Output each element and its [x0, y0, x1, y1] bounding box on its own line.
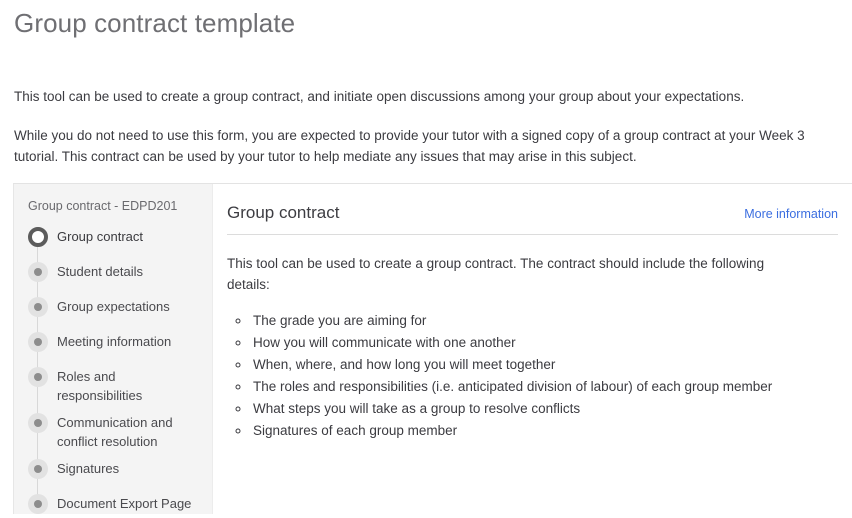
stepper-item-document-export-page[interactable]: Document Export Page — [14, 493, 212, 514]
more-information-link[interactable]: More information — [744, 205, 838, 223]
contract-detail-item: What steps you will take as a group to r… — [251, 399, 838, 419]
stepper-item-label: Group contract — [57, 229, 143, 244]
stepper-item-label: Communication and conflict resolution — [57, 415, 173, 449]
group-contract-widget: Group contract - EDPD201 Group contract S… — [13, 183, 852, 514]
contract-detail-item: How you will communicate with one anothe… — [251, 333, 838, 353]
panel-title: Group contract — [227, 203, 340, 222]
stepper-item-signatures[interactable]: Signatures — [14, 458, 212, 486]
stepper-item-label: Document Export Page — [57, 496, 192, 511]
stepper-item-student-details[interactable]: Student details — [14, 261, 212, 289]
stepper-item-roles-and-responsibilities[interactable]: Roles and responsibilities — [14, 366, 212, 405]
panel-body-text: This tool can be used to create a group … — [227, 256, 765, 292]
stepper-item-group-contract[interactable]: Group contract — [14, 226, 212, 254]
stepper-item-communication-and-conflict-resolution[interactable]: Communication and conflict resolution — [14, 412, 212, 451]
contract-detail-item: Signatures of each group member — [251, 421, 838, 441]
marker-dot — [34, 465, 42, 473]
step-marker-icon — [28, 332, 48, 352]
stepper-list: Group contract Student details Group expec… — [14, 226, 212, 514]
step-marker-icon — [28, 262, 48, 282]
marker-dot — [34, 338, 42, 346]
content-header: Group contract More information — [227, 202, 838, 235]
sidebar-title: Group contract - EDPD201 — [28, 199, 178, 213]
intro-paragraph-1: This tool can be used to create a group … — [14, 89, 745, 104]
stepper-item-group-expectations[interactable]: Group expectations — [14, 296, 212, 324]
stepper-item-label: Roles and responsibilities — [57, 369, 143, 403]
marker-dot — [34, 373, 42, 381]
stepper-item-label: Meeting information — [57, 334, 172, 349]
marker-dot — [34, 268, 42, 276]
content-panel: Group contract More information This too… — [213, 184, 852, 514]
active-step-marker-icon — [28, 227, 48, 247]
stepper-item-label: Student details — [57, 264, 144, 279]
contract-details-list: The grade you are aiming forHow you will… — [227, 311, 838, 441]
stepper-sidebar: Group contract - EDPD201 Group contract S… — [14, 184, 213, 514]
step-marker-icon — [28, 494, 48, 514]
intro-section: This tool can be used to create a group … — [0, 86, 852, 167]
step-marker-icon — [28, 297, 48, 317]
contract-detail-item: The grade you are aiming for — [251, 311, 838, 331]
contract-detail-item: When, where, and how long you will meet … — [251, 355, 838, 375]
page-title: Group contract template — [14, 8, 296, 38]
stepper-item-label: Group expectations — [57, 299, 170, 314]
marker-dot — [34, 303, 42, 311]
marker-ring — [28, 227, 48, 247]
contract-detail-item: The roles and responsibilities (i.e. ant… — [251, 377, 838, 397]
marker-dot — [34, 500, 42, 508]
step-marker-icon — [28, 459, 48, 479]
marker-dot — [34, 419, 42, 427]
step-marker-icon — [28, 367, 48, 387]
stepper-item-meeting-information[interactable]: Meeting information — [14, 331, 212, 359]
content-body: This tool can be used to create a group … — [227, 235, 838, 441]
step-marker-icon — [28, 413, 48, 433]
intro-paragraph-2: While you do not need to use this form, … — [14, 128, 805, 164]
stepper-item-label: Signatures — [57, 461, 120, 476]
